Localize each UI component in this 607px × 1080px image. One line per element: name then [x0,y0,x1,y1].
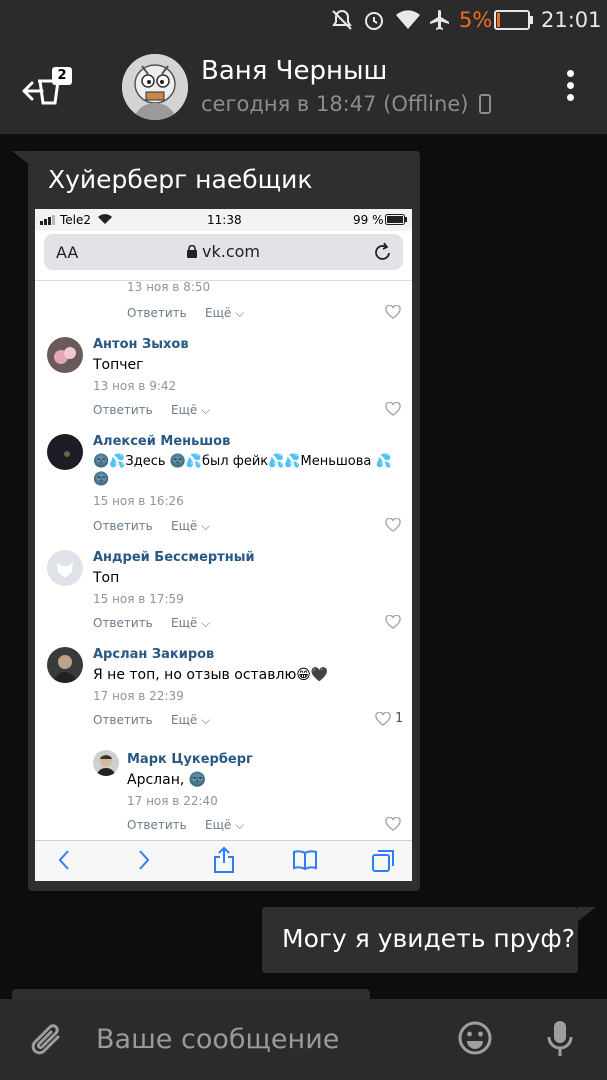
chat-header: 2 Ваня Черныш сегодня в 18:47 (Offline) [0,40,607,134]
comment-date: 15 ноя в 16:26 [93,494,184,508]
emoji-icon[interactable] [457,1020,493,1056]
message-text: Могу я увидеть пруф? [282,924,576,953]
comment-author[interactable]: Антон Зыхов [93,337,189,352]
reply-link[interactable]: Ответить [93,713,153,727]
comment-date: 13 ноя в 9:42 [93,379,177,393]
message-input[interactable] [96,1019,426,1059]
alarm-icon [365,12,383,30]
avatar[interactable] [47,337,83,373]
back-icon[interactable] [57,849,71,871]
heart-icon[interactable] [385,402,401,416]
more-link[interactable]: Ещё ⌵ [205,306,244,321]
lock-icon [187,244,197,258]
avatar[interactable] [122,54,188,120]
carrier: Tele2 [60,213,92,227]
more-menu-button[interactable] [560,70,580,106]
ios-time: 11:38 [207,213,242,227]
more-label: Ещё [171,616,198,630]
more-link[interactable]: Ещё ⌵ [171,519,210,534]
avatar[interactable] [47,550,83,586]
bubble-tail [578,907,596,921]
reply-link[interactable]: Ответить [127,306,187,320]
url: vk.com [44,242,403,261]
comment-text: Топчег [93,357,144,373]
comment-date: 17 ноя в 22:40 [127,794,218,808]
more-label: Ещё [171,403,198,417]
comment-date: 17 ноя в 22:39 [93,689,184,703]
mute-icon [332,9,352,30]
heart-icon[interactable] [385,305,401,319]
comment-text: Топ [93,570,120,586]
comment-text: 🌚💦Здесь 🌚💦был фейк💦💦Меньшова 💦 [93,454,392,469]
airplane-icon [430,10,449,30]
divider [35,280,412,281]
ios-battery-icon [385,214,407,228]
url-text: vk.com [202,242,260,261]
more-label: Ещё [171,519,198,533]
more-link[interactable]: Ещё ⌵ [171,713,210,728]
comment-text: Арслан, 🌚 [127,772,207,788]
reply-link[interactable]: Ответить [93,519,153,533]
battery-percent: 5% [459,8,493,32]
more-label: Ещё [205,306,232,320]
comment-author[interactable]: Арслан Закиров [93,647,214,662]
share-icon[interactable] [213,846,235,874]
like-count: 1 [395,711,404,726]
avatar[interactable] [93,750,119,776]
more-link[interactable]: Ещё ⌵ [171,616,210,631]
browser-toolbar [35,840,412,881]
unread-badge: 2 [52,67,72,85]
ios-wifi-icon [98,214,112,228]
signal-icon [40,214,56,228]
avatar[interactable] [47,647,83,683]
reply-link[interactable]: Ответить [127,818,187,832]
avatar[interactable] [47,434,83,470]
wifi-icon [396,10,420,29]
reply-link[interactable]: Ответить [93,616,153,630]
message-composer [0,999,607,1080]
back-button[interactable]: 2 [20,67,72,111]
comment-author[interactable]: Марк Цукерберг [127,752,253,767]
outgoing-message[interactable]: Могу я увидеть пруф? [262,907,578,973]
status-bar: 5% 21:01 [0,0,607,40]
heart-icon[interactable] [375,712,391,726]
clock: 21:01 [541,8,602,32]
comment-author[interactable]: Андрей Бессмертный [93,550,255,565]
attach-icon[interactable] [30,1021,66,1059]
comment-text-line2: 🌚 [93,472,110,487]
more-link[interactable]: Ещё ⌵ [205,818,244,833]
comment-text: Я не топ, но отзыв оставлю😁🖤 [93,667,329,683]
heart-icon[interactable] [385,518,401,532]
attached-screenshot[interactable]: Tele2 11:38 99 % AA vk.com 13 ноя в 8:50… [35,209,412,881]
bookmarks-icon[interactable] [292,849,318,871]
peer-name[interactable]: Ваня Черныш [201,56,387,86]
forward-icon[interactable] [137,849,151,871]
incoming-message[interactable]: Хуйерберг наебщик Tele2 11:38 99 % AA vk… [28,151,420,891]
more-vert-icon [560,70,580,101]
tabs-icon[interactable] [371,848,397,874]
reply-link[interactable]: Ответить [93,403,153,417]
more-label: Ещё [171,713,198,727]
mobile-icon [479,94,492,114]
peer-status-text: сегодня в 18:47 (Offline) [201,92,469,116]
peer-last-seen: сегодня в 18:47 (Offline) [201,92,492,116]
address-bar[interactable]: AA vk.com [44,234,403,270]
mic-icon[interactable] [545,1019,575,1059]
heart-icon[interactable] [385,817,401,831]
more-link[interactable]: Ещё ⌵ [171,403,210,418]
comment-date: 13 ноя в 8:50 [127,280,211,294]
battery-icon [494,10,533,30]
comment-date: 15 ноя в 17:59 [93,592,184,606]
more-label: Ещё [205,818,232,832]
ios-battery: 99 % [353,213,384,227]
reload-icon[interactable] [373,240,393,262]
comment-author[interactable]: Алексей Меньшов [93,434,230,449]
ios-status-bar: Tele2 11:38 99 % [35,209,412,231]
heart-icon[interactable] [385,615,401,629]
message-caption: Хуйерберг наебщик [48,165,313,194]
